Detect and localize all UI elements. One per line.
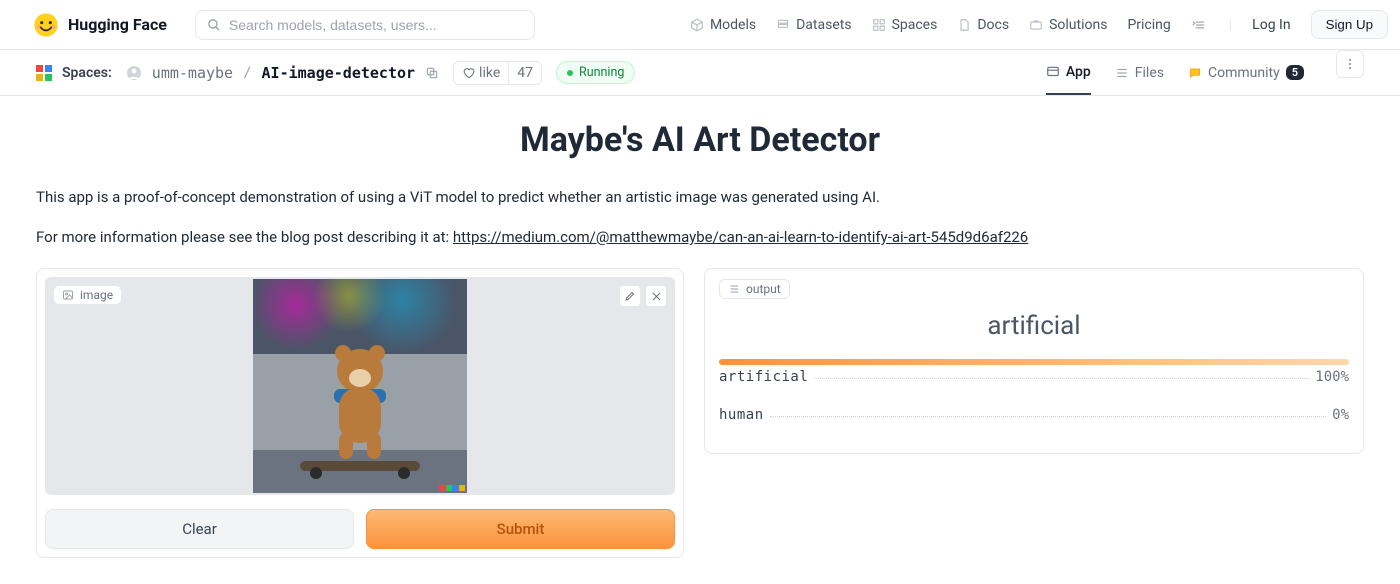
community-count-badge: 5 (1286, 65, 1304, 80)
clear-image-button[interactable] (645, 285, 667, 307)
search-box[interactable] (195, 10, 535, 40)
output-label: output (719, 279, 790, 299)
tab-files[interactable]: Files (1115, 50, 1164, 95)
input-panel: image (36, 268, 684, 558)
result-pct: 100% (1315, 369, 1349, 385)
repo-more-menu[interactable] (1336, 50, 1364, 78)
tab-app[interactable]: App (1046, 50, 1091, 95)
copy-icon[interactable] (425, 66, 439, 80)
like-count: 47 (508, 62, 541, 84)
repo-header: Spaces: umm-maybe / AI-image-detector li… (0, 50, 1400, 96)
app-icon (1046, 65, 1060, 79)
result-pct: 0% (1332, 407, 1349, 423)
edit-image-button[interactable] (619, 285, 641, 307)
breadcrumb-user[interactable]: umm-maybe (152, 64, 233, 82)
nav-docs[interactable]: Docs (957, 17, 1009, 33)
huggingface-logo-icon (32, 11, 60, 39)
result-name: artificial (719, 369, 808, 385)
uploaded-image (253, 279, 467, 493)
app-description-1: This app is a proof-of-concept demonstra… (36, 188, 1364, 206)
result-row: artificial 100% (719, 359, 1349, 385)
image-icon (62, 289, 74, 301)
tab-community[interactable]: Community 5 (1188, 50, 1304, 95)
chat-icon (1188, 66, 1202, 80)
more-menu[interactable] (1191, 18, 1209, 32)
user-avatar-icon (126, 65, 142, 81)
nav-solutions[interactable]: Solutions (1029, 17, 1107, 33)
brand[interactable]: Hugging Face (12, 11, 167, 39)
image-label: image (53, 285, 122, 305)
app-title: Maybe's AI Art Detector (36, 120, 1364, 160)
breadcrumb-section: Spaces: (62, 65, 112, 81)
nav-datasets[interactable]: Datasets (776, 17, 851, 33)
submit-button[interactable]: Submit (366, 509, 675, 549)
search-input[interactable] (229, 17, 524, 33)
nav-spaces[interactable]: Spaces (872, 17, 938, 33)
clear-button[interactable]: Clear (45, 509, 354, 549)
brand-name: Hugging Face (68, 15, 167, 34)
status-pill: Running (556, 61, 635, 84)
like-pill[interactable]: like 47 (453, 61, 542, 85)
nav-pricing[interactable]: Pricing (1127, 17, 1170, 33)
output-panel: output artificial artificial 100% human 0% (704, 268, 1364, 454)
login-link[interactable]: Log In (1252, 17, 1290, 33)
result-row: human 0% (719, 397, 1349, 423)
search-icon (206, 17, 221, 32)
stack-icon (776, 18, 790, 32)
files-icon (1115, 66, 1129, 80)
signup-button[interactable]: Sign Up (1311, 10, 1388, 39)
output-top-label: artificial (719, 311, 1349, 341)
repo-tabs: App Files Community 5 (1046, 50, 1364, 95)
list-icon (728, 283, 740, 295)
breadcrumb-repo[interactable]: AI-image-detector (262, 64, 416, 82)
app-body: Maybe's AI Art Detector This app is a pr… (0, 96, 1400, 582)
top-header: Hugging Face Models Datasets (0, 0, 1400, 50)
document-icon (957, 18, 971, 32)
spaces-color-icon (36, 65, 52, 81)
result-bar (719, 359, 1349, 365)
heart-icon (462, 66, 475, 79)
status-dot-icon (567, 70, 573, 76)
blog-link[interactable]: https://medium.com/@matthewmaybe/can-an-… (453, 228, 1028, 246)
image-dropzone[interactable]: image (45, 277, 675, 495)
briefcase-icon (1029, 18, 1043, 32)
top-nav: Models Datasets Spaces Docs (690, 10, 1388, 39)
result-name: human (719, 407, 764, 423)
cube-icon (690, 18, 704, 32)
app-description-2: For more information please see the blog… (36, 228, 1364, 246)
nav-models[interactable]: Models (690, 17, 756, 33)
grid-icon (872, 18, 886, 32)
